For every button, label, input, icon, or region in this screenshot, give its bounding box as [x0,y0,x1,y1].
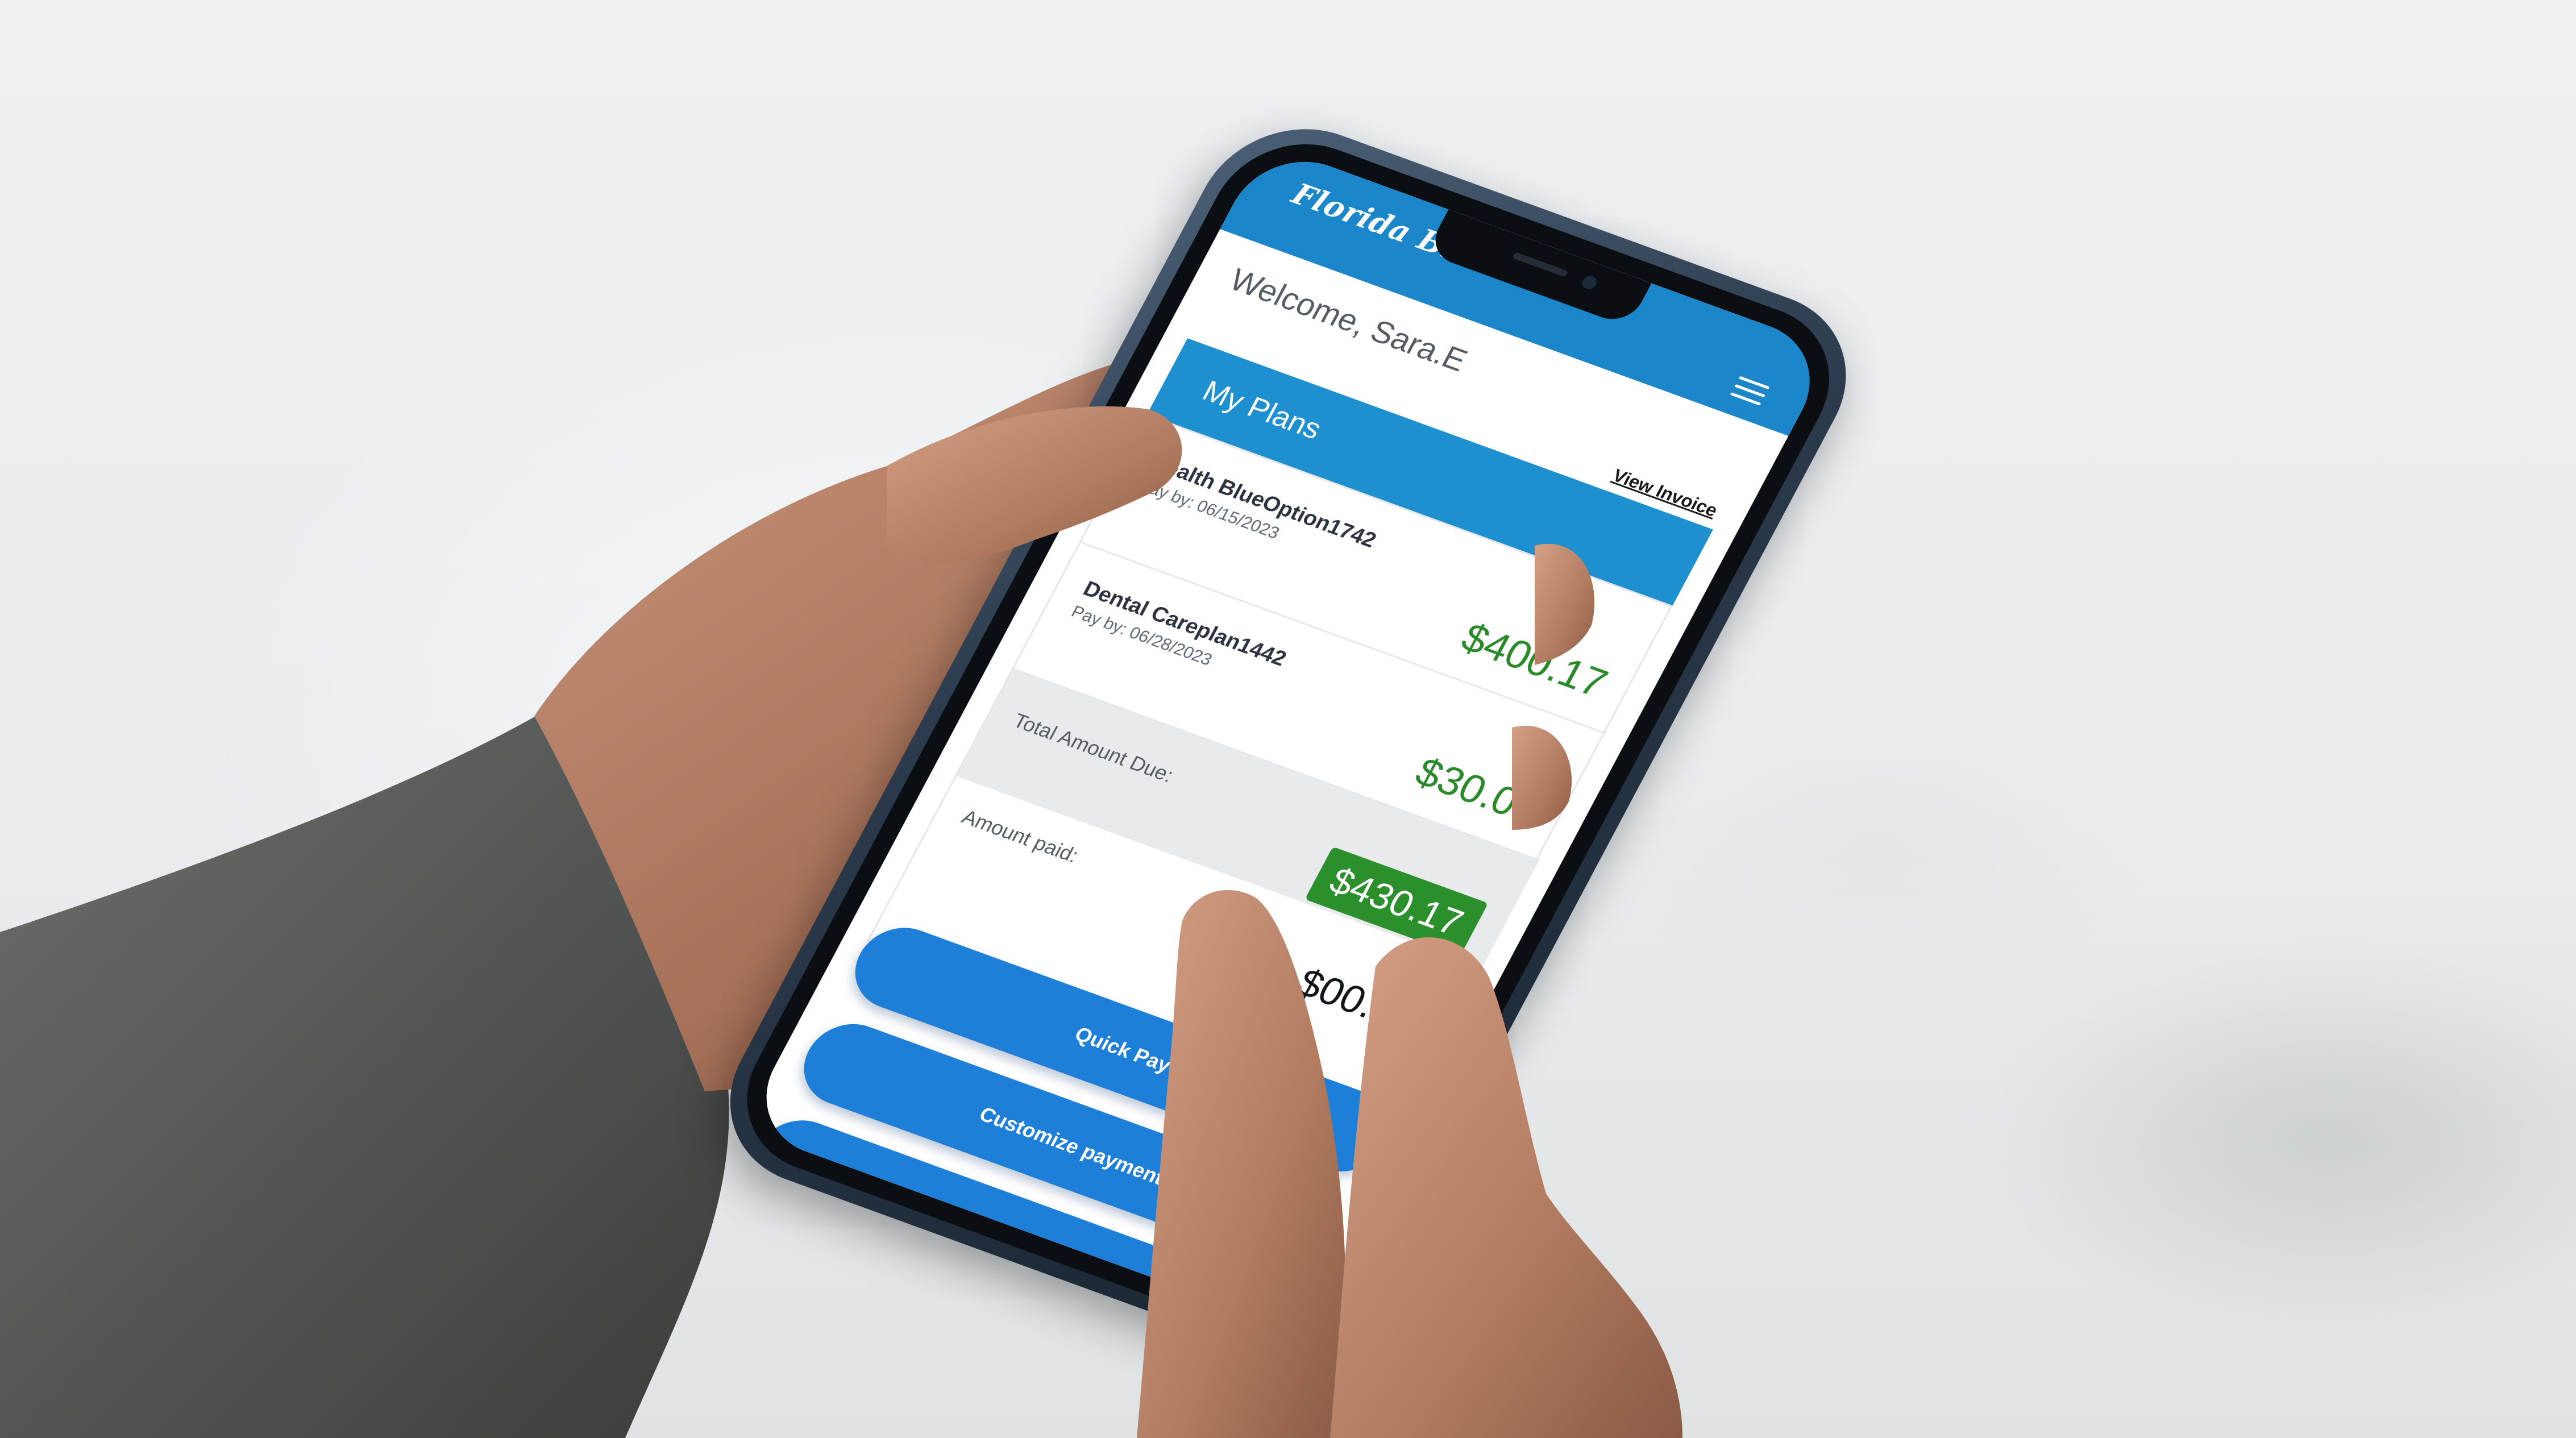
amount-paid-value: $00.00 [1290,960,1426,1042]
my-plans-title: My Plans [1197,375,1327,446]
hamburger-menu-icon[interactable] [1729,376,1770,408]
total-amount-label: Total Amount Due: [1009,708,1178,787]
speaker-grille [1512,252,1569,278]
front-camera [1580,274,1599,291]
